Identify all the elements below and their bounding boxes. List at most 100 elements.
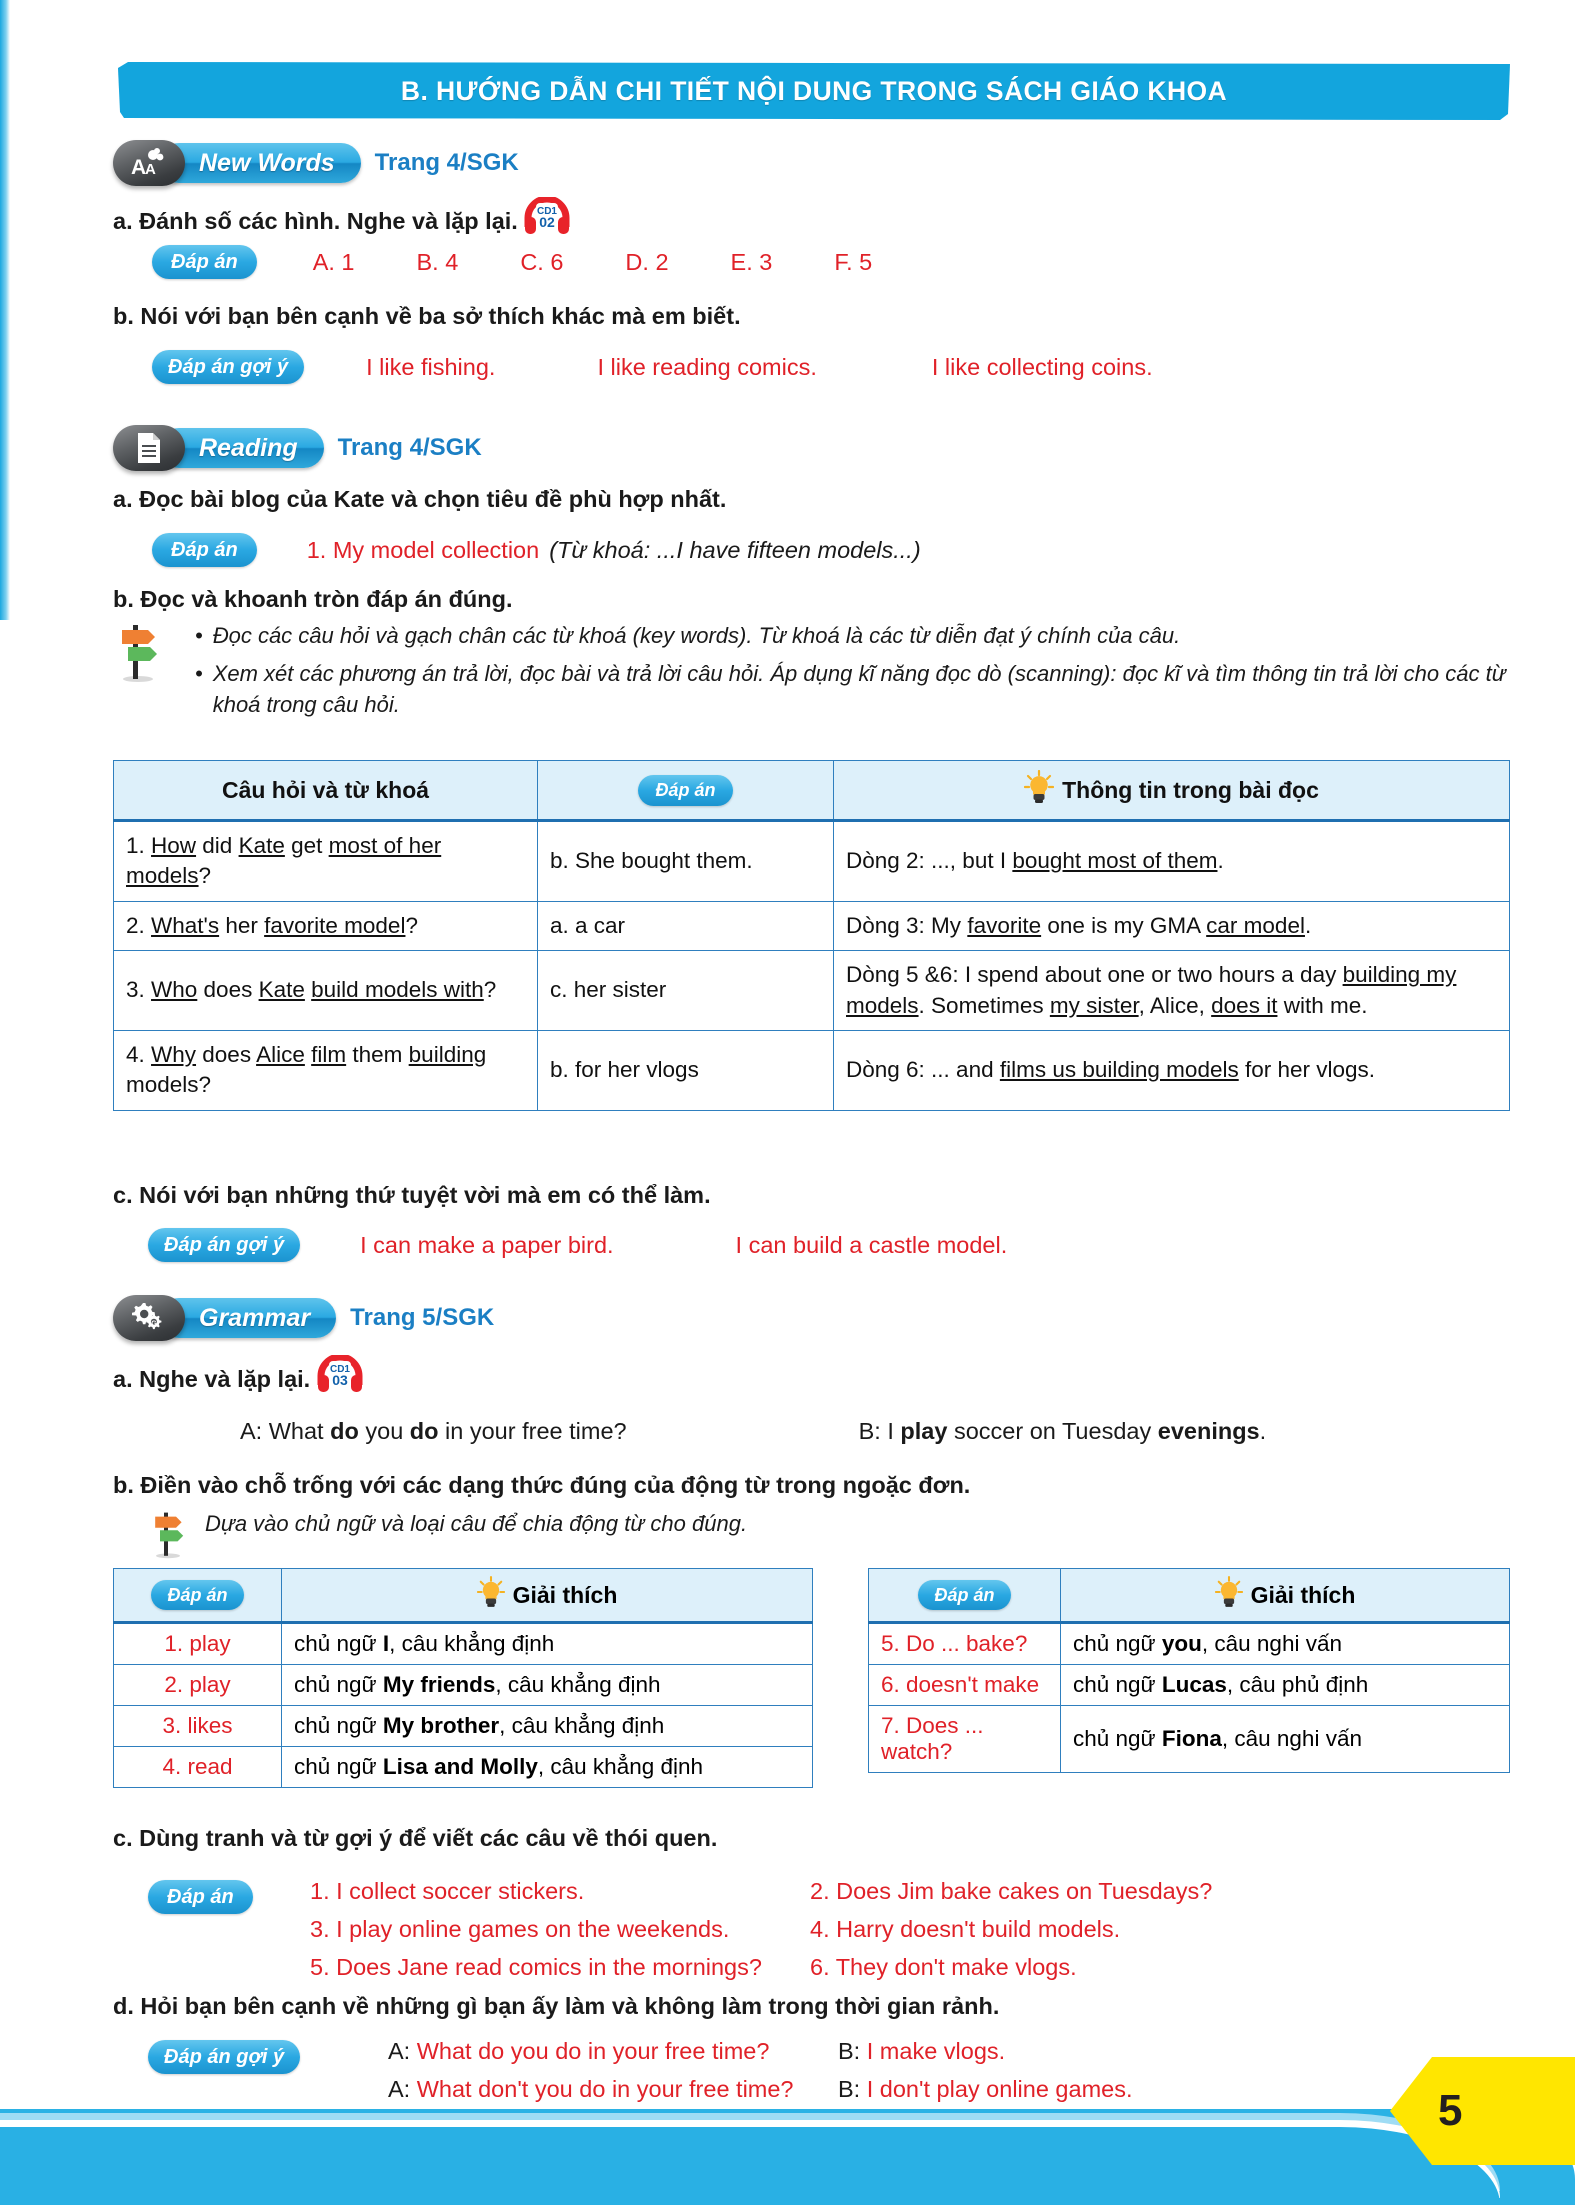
explanation-post: , câu khẳng định <box>495 1672 661 1697</box>
explanation-subject: you <box>1161 1631 1202 1656</box>
table-cell-answer: c. her sister <box>537 950 834 1031</box>
table-cell-question: 4. Why does Alice film them building mod… <box>113 1029 538 1111</box>
table-cell-answer: 5. Do ... bake? <box>868 1622 1061 1665</box>
table-cell-answer: 3. likes <box>113 1705 282 1747</box>
table-header-explanation: Giải thích <box>281 1568 813 1624</box>
answer-item: F. 5 <box>834 248 873 275</box>
gears-icon: G <box>113 1295 185 1341</box>
explanation-subject: My friends <box>382 1672 496 1697</box>
grammar-table-right: Đáp án Giải thích 5. Do ... bake? chủ ng… <box>868 1568 1510 1773</box>
table-cell-answer: 6. doesn't make <box>868 1664 1061 1706</box>
explanation-subject: Lisa and Molly <box>382 1754 538 1779</box>
grammar-prompt-a-wrap: a. Nghe và lặp lại. CD1 03 <box>113 1353 363 1397</box>
reading-tips: • Đọc các câu hỏi và gạch chân các từ kh… <box>195 620 1515 721</box>
explanation-subject: Lucas <box>1161 1672 1227 1697</box>
explanation-post: , câu nghi vấn <box>1221 1726 1362 1751</box>
svg-text:03: 03 <box>332 1372 348 1388</box>
grammar-table-left: Đáp án Giải thích 1. play chủ ngữ I, câu… <box>113 1568 813 1788</box>
section-name-grammar: Grammar <box>159 1298 337 1338</box>
bullet-marker: • <box>195 661 203 687</box>
table-row: 4. read chủ ngữ Lisa and Molly, câu khẳn… <box>113 1746 813 1788</box>
grammar-dialog-a: A: What do you do in your free time? B: … <box>240 1418 1266 1445</box>
dialog-a-label: A: <box>388 2038 417 2064</box>
document-icon <box>113 425 185 471</box>
suggested-answer-chip: Đáp án gợi ý <box>148 1228 301 1262</box>
reading-prompt-b: b. Đọc và khoanh tròn đáp án đúng. <box>113 586 513 612</box>
table-cell-explanation: chủ ngữ I, câu khẳng định <box>281 1622 813 1665</box>
section-header-reading: Reading Trang 4/SGK <box>113 425 482 471</box>
table-header-row: Câu hỏi và từ khoá Đáp án Thông tin tron… <box>113 760 1510 822</box>
dialog-b-bold1: play <box>900 1418 948 1444</box>
table-cell-info: Dòng 3: My favorite one is my GMA car mo… <box>833 900 1510 952</box>
signpost-icon <box>118 622 158 684</box>
explanation-pre: chủ ngữ <box>294 1631 383 1656</box>
table-cell-explanation: chủ ngữ My brother, câu khẳng định <box>281 1705 813 1747</box>
dialog-a-post: in your free time? <box>438 1418 627 1444</box>
table-header-question: Câu hỏi và từ khoá <box>113 760 538 822</box>
answer-item: 3. I play online games on the weekends. <box>310 1916 730 1942</box>
explanation-pre: chủ ngữ <box>294 1713 383 1738</box>
dialog-line: A: What do you do in your free time? B: … <box>388 2038 1575 2065</box>
lightbulb-icon <box>476 1576 505 1614</box>
svg-text:G: G <box>151 1321 157 1328</box>
table-cell-answer: 4. read <box>113 1746 282 1788</box>
reading-prompt-c: c. Nói với bạn những thứ tuyệt vời mà em… <box>113 1182 711 1208</box>
answer-item: D. 2 <box>625 248 669 275</box>
table-cell-answer: b. for her vlogs <box>537 1029 834 1111</box>
new-words-prompt-b: b. Nói với bạn bên cạnh về ba sở thích k… <box>113 303 741 329</box>
explanation-subject: My brother <box>382 1713 500 1738</box>
explanation-post: , câu khẳng định <box>499 1713 665 1738</box>
dialog-b-post: . <box>1259 1418 1267 1444</box>
banner-title: B. HƯỚNG DẪN CHI TIẾT NỘI DUNG TRONG SÁC… <box>400 75 1228 106</box>
answer-item: 1. I collect soccer stickers. <box>310 1878 585 1904</box>
grammar-prompt-d: d. Hỏi bạn bên cạnh về những gì bạn ấy l… <box>113 1993 1000 2019</box>
footer-band-front <box>0 2127 1500 2205</box>
bullet-marker: • <box>195 623 203 648</box>
table-cell-question: 3. Who does Kate build models with? <box>113 950 538 1031</box>
table-row: 3. Who does Kate build models with? c. h… <box>113 950 1510 1031</box>
explanation-subject: Fiona <box>1161 1726 1222 1751</box>
answer-chip: Đáp án <box>151 1580 244 1610</box>
audio-cd-icon-02: CD1 02 <box>524 195 570 239</box>
table-cell-info: Dòng 5 &6: I spend about one or two hour… <box>833 950 1510 1031</box>
answer-item: A. 1 <box>312 248 355 275</box>
textbook-page: B. HƯỚNG DẪN CHI TIẾT NỘI DUNG TRONG SÁC… <box>0 0 1575 2205</box>
table-row: 2. What's her favorite model? a. a car D… <box>113 900 1510 952</box>
new-words-prompt-a: a. Đánh số các hình. Nghe và lặp lại. <box>113 208 518 234</box>
answer-chip: Đáp án <box>918 1580 1011 1610</box>
answer-item: I can make a paper bird. <box>360 1231 614 1258</box>
answer-item: 5. Does Jane read comics in the mornings… <box>310 1954 762 1980</box>
page-footer: 5 <box>0 2057 1575 2205</box>
table-row: 1. How did Kate get most of her models? … <box>113 820 1510 902</box>
section-page-ref-reading: Trang 4/SGK <box>337 434 482 461</box>
svg-text:A: A <box>145 161 156 178</box>
answer-item: E. 3 <box>730 248 773 275</box>
table-cell-explanation: chủ ngữ Lucas, câu phủ định <box>1060 1664 1510 1706</box>
explanation-pre: chủ ngữ <box>1073 1672 1162 1697</box>
new-words-answer-row-a: Đáp án A. 1 B. 4 C. 6 D. 2 E. 3 F. 5 <box>152 245 872 279</box>
dialog-b-mid: soccer on Tuesday <box>947 1418 1158 1444</box>
table-header-answer: Đáp án <box>113 1568 282 1624</box>
dialog-b-bold2: evenings <box>1157 1418 1260 1444</box>
dialog-b-label: B: <box>838 2038 867 2064</box>
table-header-explanation: Giải thích <box>1060 1568 1510 1624</box>
answer-chip: Đáp án <box>148 1880 253 1914</box>
svg-text:A: A <box>131 156 146 178</box>
explanation-pre: chủ ngữ <box>1073 1631 1162 1656</box>
table-header-explanation-label: Giải thích <box>1250 1581 1356 1608</box>
answer-item: 1. My model collection <box>306 536 540 563</box>
answer-chip: Đáp án <box>152 245 257 279</box>
table-cell-answer: b. She bought them. <box>537 820 834 902</box>
table-row: 1. play chủ ngữ I, câu khẳng định <box>113 1622 813 1665</box>
dialog-a: A: What do you do in your free time? <box>388 2038 838 2065</box>
table-cell-answer: 1. play <box>113 1622 282 1665</box>
dialog-line-a: A: What do you do in your free time? <box>240 1418 627 1445</box>
audio-cd-icon-03: CD1 03 <box>317 1353 363 1397</box>
answer-line: 3. I play online games on the weekends. … <box>310 1916 1575 1943</box>
aa-letters-icon: AA <box>113 140 185 186</box>
left-edge-strip <box>0 0 10 620</box>
table-cell-explanation: chủ ngữ My friends, câu khẳng định <box>281 1664 813 1706</box>
new-words-answer-row-b: Đáp án gợi ý I like fishing. I like read… <box>152 350 1153 384</box>
signpost-icon <box>152 1510 184 1560</box>
table-row: 2. play chủ ngữ My friends, câu khẳng đị… <box>113 1664 813 1706</box>
